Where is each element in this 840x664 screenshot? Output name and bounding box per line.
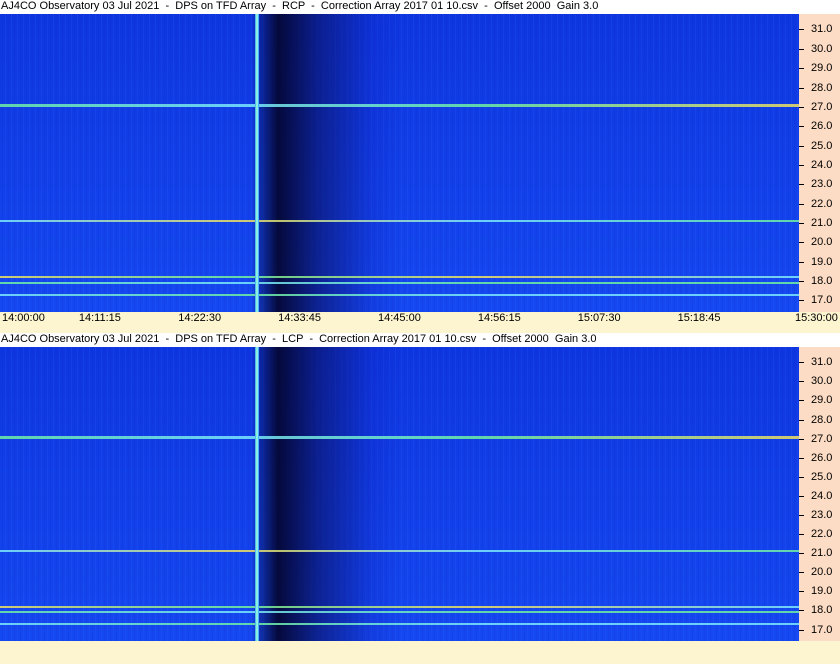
y-tick xyxy=(799,68,804,70)
y-tick-label: 26.0 xyxy=(811,120,833,133)
interference-band xyxy=(0,103,799,107)
y-tick xyxy=(799,534,804,536)
y-tick xyxy=(799,87,804,89)
rcp-frequency-axis: 31.0 30.0 29.0 28.0 27.0 26.0 25.0 24.0 23.0 22.0… xyxy=(799,14,840,312)
y-tick-label: 21.0 xyxy=(811,547,833,560)
interference-band xyxy=(0,281,799,284)
x-tick-label: 14:56:15 xyxy=(477,312,521,324)
y-tick xyxy=(799,419,804,421)
y-tick xyxy=(799,242,804,244)
y-tick-label: 17.0 xyxy=(811,294,833,307)
y-tick-label: 19.0 xyxy=(811,585,833,598)
y-tick-label: 29.0 xyxy=(811,394,833,407)
y-tick-label: 23.0 xyxy=(811,509,833,521)
y-tick-label: 20.0 xyxy=(811,236,833,249)
interference-band xyxy=(0,622,799,625)
y-tick-label: 22.0 xyxy=(811,197,833,210)
y-tick xyxy=(799,281,804,283)
interference-band xyxy=(0,276,799,279)
x-tick-label: 14:45:00 xyxy=(378,312,421,324)
x-tick-label: 15:07:30 xyxy=(577,312,621,324)
y-tick-label: 18.0 xyxy=(811,604,833,617)
y-tick-label: 22.0 xyxy=(811,528,833,541)
y-tick xyxy=(799,48,804,50)
interference-band xyxy=(0,611,799,614)
y-tick xyxy=(799,126,804,128)
y-tick-label: 25.0 xyxy=(811,470,833,483)
y-tick-label: 27.0 xyxy=(811,432,833,445)
y-tick-label: 21.0 xyxy=(811,216,833,229)
x-tick-label: 14:22:30 xyxy=(178,312,222,324)
y-tick-label: 24.0 xyxy=(811,158,833,171)
x-tick-label: 15:18:45 xyxy=(677,312,721,324)
x-tick-label: 14:33:45 xyxy=(278,312,321,324)
y-tick xyxy=(799,495,804,497)
y-tick xyxy=(799,629,804,631)
time-axis: 14:00:00 14:11:15 14:22:30 14:33:45 14:45:00… xyxy=(0,312,840,326)
x-tick-label: 14:11:15 xyxy=(78,312,121,324)
y-tick xyxy=(799,222,804,224)
lcp-spectrogram xyxy=(0,347,799,641)
interference-band xyxy=(0,435,799,439)
y-tick-label: 19.0 xyxy=(811,255,833,268)
lcp-frequency-axis: 31.0 30.0 29.0 28.0 27.0 26.0 25.0 24.0 23.0 22.0… xyxy=(799,347,840,641)
y-tick xyxy=(799,261,804,263)
y-tick xyxy=(799,515,804,516)
y-tick xyxy=(799,203,804,205)
y-tick-label: 30.0 xyxy=(811,375,833,388)
x-tick-label: 15:30:00 xyxy=(795,312,838,324)
y-tick xyxy=(799,164,804,166)
y-tick xyxy=(799,457,804,459)
interference-band xyxy=(0,605,799,608)
y-tick xyxy=(799,476,804,478)
y-tick xyxy=(799,106,804,108)
y-tick-label: 30.0 xyxy=(811,42,833,55)
y-tick-label: 17.0 xyxy=(811,623,833,636)
y-tick xyxy=(799,553,804,555)
interference-band xyxy=(0,220,799,223)
y-tick-label: 26.0 xyxy=(811,451,833,464)
rcp-title: AJ4CO Observatory 03 Jul 2021 - DPS on T… xyxy=(0,0,840,14)
y-tick xyxy=(799,184,804,186)
y-tick xyxy=(799,381,804,383)
y-tick xyxy=(799,400,804,402)
interference-band xyxy=(0,293,799,296)
y-tick xyxy=(799,145,804,147)
burst-line xyxy=(255,14,260,312)
y-tick-label: 18.0 xyxy=(811,275,833,288)
y-tick-label: 31.0 xyxy=(811,23,833,36)
burst-shadow xyxy=(251,347,402,641)
y-tick xyxy=(799,300,804,302)
y-tick xyxy=(799,362,804,364)
y-tick-label: 28.0 xyxy=(811,81,833,94)
y-tick-label: 29.0 xyxy=(811,62,833,75)
y-tick xyxy=(799,438,804,440)
y-tick xyxy=(799,591,804,593)
y-tick-label: 20.0 xyxy=(811,566,833,579)
lcp-title: AJ4CO Observatory 03 Jul 2021 - DPS on T… xyxy=(0,333,840,347)
interference-band xyxy=(0,550,799,553)
rcp-spectrogram xyxy=(0,14,799,312)
y-tick-label: 25.0 xyxy=(811,139,833,152)
y-tick-label: 24.0 xyxy=(811,489,833,502)
y-tick xyxy=(799,610,804,612)
y-tick-label: 27.0 xyxy=(811,100,833,113)
burst-line xyxy=(255,347,260,641)
y-tick xyxy=(799,29,804,31)
y-tick xyxy=(799,572,804,574)
y-tick-label: 31.0 xyxy=(811,356,833,369)
y-tick-label: 28.0 xyxy=(811,413,833,426)
x-tick-label: 14:00:00 xyxy=(2,312,45,324)
y-tick-label: 23.0 xyxy=(811,178,833,191)
burst-shadow xyxy=(251,14,402,312)
